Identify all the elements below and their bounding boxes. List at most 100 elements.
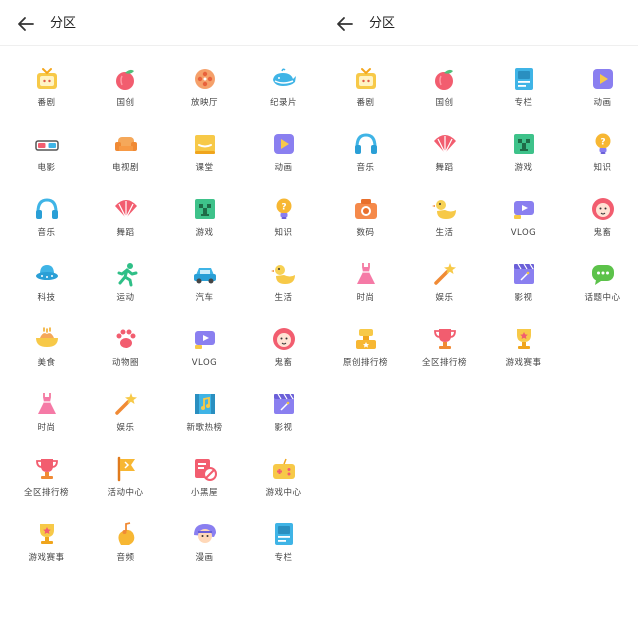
header: 分区: [319, 0, 638, 46]
category-label: 游戏赛事: [505, 358, 542, 368]
creeper-icon: [195, 199, 215, 219]
category-item[interactable]: 专栏: [484, 66, 563, 116]
category-item[interactable]: 课堂: [165, 131, 244, 181]
category-item[interactable]: 国创: [86, 66, 165, 116]
category-item[interactable]: 音乐: [7, 196, 86, 246]
back-arrow-icon[interactable]: [15, 13, 37, 35]
trophy-icon: [36, 459, 58, 479]
category-label: 动物圈: [111, 358, 139, 368]
category-item[interactable]: 美食: [7, 326, 86, 376]
category-label: 影视: [514, 293, 533, 303]
category-label: 番剧: [37, 98, 56, 108]
cup-icon: [40, 524, 54, 544]
category-label: 电影: [37, 163, 56, 173]
3d-glasses-icon: [35, 140, 59, 151]
category-item[interactable]: 运动: [86, 261, 165, 311]
category-item[interactable]: 鬼畜: [563, 196, 638, 246]
category-item[interactable]: ? 知识: [244, 196, 323, 246]
category-label: 电视剧: [111, 163, 139, 173]
tv-icon: [37, 68, 57, 89]
category-item[interactable]: VLOG: [165, 326, 244, 376]
sofa-icon: [115, 137, 137, 151]
magic-wand-icon: [434, 263, 456, 285]
category-item[interactable]: 汽车: [165, 261, 244, 311]
category-label: 游戏: [514, 163, 533, 173]
category-item[interactable]: 国创: [405, 66, 484, 116]
category-item[interactable]: 活动中心: [86, 456, 165, 506]
category-label: 音乐: [37, 228, 56, 238]
page-title: 分区: [50, 16, 77, 31]
category-item[interactable]: 全区排行榜: [405, 326, 484, 376]
camera-icon: [355, 199, 377, 219]
category-item[interactable]: 番剧: [326, 66, 405, 116]
category-item[interactable]: 游戏赛事: [7, 521, 86, 571]
category-item[interactable]: 舞蹈: [405, 131, 484, 181]
category-item[interactable]: 番剧: [7, 66, 86, 116]
category-label: 舞蹈: [435, 163, 454, 173]
category-item[interactable]: 小黑屋: [165, 456, 244, 506]
dress-icon: [38, 393, 56, 414]
category-item[interactable]: 漫画: [165, 521, 244, 571]
category-item[interactable]: 娱乐: [405, 261, 484, 311]
category-label: 知识: [274, 228, 293, 238]
music-film-icon: [195, 394, 215, 414]
category-item[interactable]: 动画: [563, 66, 638, 116]
article-icon: [515, 68, 533, 90]
magic-wand-icon: [115, 393, 137, 415]
category-label: 数码: [356, 228, 375, 238]
category-item[interactable]: 游戏: [484, 131, 563, 181]
category-item[interactable]: 纪录片: [244, 66, 323, 116]
lightbulb-icon: ?: [276, 198, 292, 219]
category-item[interactable]: 新歌热榜: [165, 391, 244, 441]
category-item[interactable]: 音频: [86, 521, 165, 571]
category-item[interactable]: 数码: [326, 196, 405, 246]
category-item[interactable]: 全区排行榜: [7, 456, 86, 506]
category-item[interactable]: 放映厅: [165, 66, 244, 116]
category-item[interactable]: 科技: [7, 261, 86, 311]
dress-icon: [357, 263, 375, 284]
category-label: 专栏: [514, 98, 533, 108]
creeper-icon: [514, 134, 534, 154]
category-label: 话题中心: [584, 293, 621, 303]
category-label: 课堂: [195, 163, 214, 173]
category-label: 知识: [593, 163, 612, 173]
svg-text:?: ?: [281, 203, 286, 213]
back-arrow-icon[interactable]: [334, 13, 356, 35]
category-item[interactable]: 影视: [244, 391, 323, 441]
category-item[interactable]: 电影: [7, 131, 86, 181]
category-item[interactable]: 原创排行榜: [326, 326, 405, 376]
category-label: 番剧: [356, 98, 375, 108]
category-panel-left: 分区 番剧 国创 放映厅 纪录片 电影 电视剧 课堂 动画 音乐 舞蹈 游戏? 知识 科技 运动 汽车 生活美…: [0, 0, 319, 630]
category-item[interactable]: VLOG: [484, 196, 563, 246]
header: 分区: [0, 0, 319, 46]
category-item[interactable]: ? 知识: [563, 131, 638, 181]
category-item[interactable]: 生活: [405, 196, 484, 246]
category-item[interactable]: 鬼畜: [244, 326, 323, 376]
category-item[interactable]: 娱乐: [86, 391, 165, 441]
category-item[interactable]: 游戏: [165, 196, 244, 246]
category-label: 动画: [593, 98, 612, 108]
category-label: 影视: [274, 423, 293, 433]
category-item[interactable]: 影视: [484, 261, 563, 311]
category-item[interactable]: 专栏: [244, 521, 323, 571]
category-item[interactable]: 音乐: [326, 131, 405, 181]
category-item[interactable]: 动物圈: [86, 326, 165, 376]
category-item[interactable]: 时尚: [7, 391, 86, 441]
category-item[interactable]: 电视剧: [86, 131, 165, 181]
runner-icon: [117, 263, 138, 287]
category-label: 运动: [116, 293, 135, 303]
category-item[interactable]: 生活: [244, 261, 323, 311]
category-label: 国创: [435, 98, 454, 108]
category-label: 放映厅: [190, 98, 218, 108]
category-item[interactable]: 动画: [244, 131, 323, 181]
category-item[interactable]: 游戏中心: [244, 456, 323, 506]
category-label: 美食: [37, 358, 56, 368]
category-label: 鬼畜: [593, 228, 612, 238]
category-item[interactable]: 时尚: [326, 261, 405, 311]
category-label: 小黑屋: [190, 488, 218, 498]
category-item[interactable]: 话题中心: [563, 261, 638, 311]
category-item[interactable]: 游戏赛事: [484, 326, 563, 376]
category-label: 动画: [274, 163, 293, 173]
category-label: 专栏: [274, 553, 293, 563]
category-item[interactable]: 舞蹈: [86, 196, 165, 246]
